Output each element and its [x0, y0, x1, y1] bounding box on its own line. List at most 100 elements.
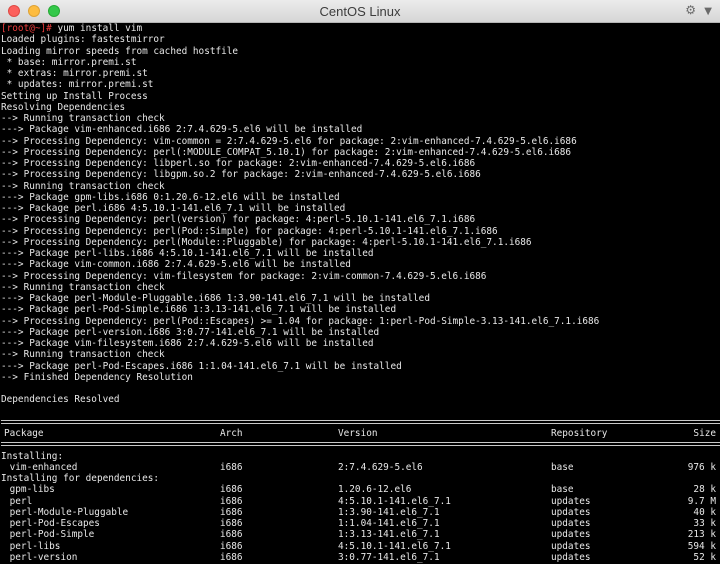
header-version: Version [338, 428, 378, 439]
repository-cell: updates [551, 540, 591, 552]
package-cell: perl [4, 495, 33, 507]
repository-cell: updates [551, 518, 591, 529]
log-line: ---> Package perl.i686 4:5.10.1-141.el6_… [1, 203, 346, 214]
log-line: --> Running transaction check [1, 349, 165, 361]
table-rule [1, 439, 720, 450]
log-line: ---> Package perl-libs.i686 4:5.10.1-141… [1, 248, 374, 259]
log-line: ---> Package perl-Module-Pluggable.i686 … [1, 293, 430, 304]
terminal-window: CentOS Linux ⚙ ▼ [root@~]# yum install v… [0, 0, 720, 564]
package-cell: vim-enhanced [4, 461, 78, 473]
log-line: --> Running transaction check [1, 180, 165, 192]
package-cell: perl-Pod-Simple [4, 529, 95, 541]
log-line: --> Processing Dependency: vim-filesyste… [1, 270, 487, 282]
size-cell: 213 k [687, 529, 716, 541]
resolved-line: Dependencies Resolved [1, 394, 120, 406]
table-row: gpm-libs i686 1.20.6-12.el6 base 28 k [1, 484, 720, 495]
gear-icon[interactable]: ⚙ [685, 3, 696, 17]
prompt-line: [root@~]# yum install vim [1, 23, 720, 34]
table-rule [1, 417, 720, 428]
header-size: Size [693, 428, 716, 439]
deps-rows: gpm-libs i686 1.20.6-12.el6 base 28 k perl i6… [1, 484, 720, 563]
installing-rows: vim-enhanced i686 2:7.4.629-5.el6 base 976 k [1, 462, 720, 473]
log-line: ---> Package perl-Pod-Escapes.i686 1:1.0… [1, 360, 402, 372]
size-cell: 33 k [693, 518, 716, 529]
log-line: Loaded plugins: fastestmirror [1, 34, 165, 46]
log-line: * base: mirror.premi.st [1, 56, 137, 68]
log-line: Setting up Install Process [1, 90, 148, 102]
arch-cell: i686 [220, 551, 243, 563]
log-line: --> Running transaction check [1, 113, 165, 124]
deps-label: Installing for dependencies: [1, 473, 160, 484]
log-line: ---> Package vim-filesystem.i686 2:7.4.6… [1, 338, 374, 349]
version-cell: 4:5.10.1-141.el6_7.1 [338, 540, 451, 552]
size-cell: 594 k [687, 540, 716, 552]
header-package: Package [4, 428, 44, 439]
repository-cell: updates [551, 495, 591, 507]
prompt-command: yum install vim [51, 23, 143, 34]
log-line: --> Running transaction check [1, 281, 165, 293]
table-row: perl-Module-Pluggable i686 1:3.90-141.el6_… [1, 507, 720, 518]
chevron-down-icon[interactable]: ▼ [704, 6, 712, 17]
log-line: ---> Package vim-enhanced.i686 2:7.4.629… [1, 124, 363, 136]
version-cell: 4:5.10.1-141.el6_7.1 [338, 495, 451, 507]
log-line: --> Processing Dependency: perl(Pod::Esc… [1, 315, 600, 327]
size-cell: 976 k [687, 461, 716, 473]
package-cell: gpm-libs [4, 484, 55, 496]
repository-cell: updates [551, 506, 591, 518]
table-row: perl i686 4:5.10.1-141.el6_7.1 updates 9.7 M [1, 496, 720, 507]
log-line: * updates: mirror.premi.st [1, 79, 154, 91]
prompt-user: [root@~]# [1, 23, 52, 34]
repository-cell: updates [551, 529, 591, 541]
terminal-output[interactable]: [root@~]# yum install vim Loaded plugins… [0, 23, 720, 564]
version-cell: 1:1.04-141.el6_7.1 [338, 518, 440, 529]
installing-label: Installing: [1, 450, 64, 462]
table-row: perl-Pod-Escapes i686 1:1.04-141.el6_7.1 up… [1, 518, 720, 529]
title-bar[interactable]: CentOS Linux ⚙ ▼ [0, 0, 720, 23]
package-cell: perl-version [4, 551, 78, 563]
package-cell: perl-Pod-Escapes [4, 518, 100, 529]
log-line: --> Processing Dependency: perl(Pod::Sim… [1, 225, 498, 237]
table-row: vim-enhanced i686 2:7.4.629-5.el6 base 976 k [1, 462, 720, 473]
arch-cell: i686 [220, 518, 243, 529]
window-title: CentOS Linux [319, 4, 401, 19]
table-row: perl-Pod-Simple i686 1:3.13-141.el6_7.1 upd… [1, 529, 720, 540]
log-line: Loading mirror speeds from cached hostfi… [1, 45, 239, 57]
arch-cell: i686 [220, 540, 243, 552]
version-cell: 1.20.6-12.el6 [338, 484, 412, 496]
log-line: --> Finished Dependency Resolution [1, 371, 193, 383]
header-repository: Repository [551, 428, 608, 439]
log-line: * extras: mirror.premi.st [1, 68, 148, 79]
arch-cell: i686 [220, 506, 243, 518]
log-output: Loaded plugins: fastestmirror Loading mir… [1, 34, 720, 383]
log-line: ---> Package vim-common.i686 2:7.4.629-5… [1, 259, 351, 271]
arch-cell: i686 [220, 461, 243, 473]
arch-cell: i686 [220, 529, 243, 541]
size-cell: 52 k [693, 551, 716, 563]
header-arch: Arch [220, 428, 243, 439]
table-row: perl-libs i686 4:5.10.1-141.el6_7.1 updates… [1, 541, 720, 552]
version-cell: 3:0.77-141.el6_7.1 [338, 551, 440, 563]
size-cell: 9.7 M [687, 495, 716, 507]
log-line: ---> Package perl-version.i686 3:0.77-14… [1, 326, 380, 338]
package-cell: perl-Module-Pluggable [4, 506, 129, 518]
log-line: Resolving Dependencies [1, 101, 126, 113]
size-cell: 40 k [693, 506, 716, 518]
package-cell: perl-libs [4, 540, 61, 552]
repository-cell: base [551, 484, 574, 496]
version-cell: 1:3.90-141.el6_7.1 [338, 506, 440, 518]
repository-cell: base [551, 461, 574, 473]
log-line: --> Processing Dependency: libperl.so fo… [1, 158, 476, 169]
version-cell: 2:7.4.629-5.el6 [338, 461, 423, 473]
log-line: ---> Package perl-Pod-Simple.i686 1:3.13… [1, 304, 397, 316]
version-cell: 1:3.13-141.el6_7.1 [338, 529, 440, 541]
repository-cell: updates [551, 551, 591, 563]
log-line: --> Processing Dependency: perl(version)… [1, 214, 476, 226]
arch-cell: i686 [220, 484, 243, 496]
log-line: --> Processing Dependency: perl(Module::… [1, 236, 532, 248]
log-line: --> Processing Dependency: vim-common = … [1, 135, 577, 147]
log-line: --> Processing Dependency: libgpm.so.2 f… [1, 169, 481, 181]
table-header: Package Arch Version Repository Size [1, 428, 720, 439]
table-row: perl-version i686 3:0.77-141.el6_7.1 update… [1, 552, 720, 563]
